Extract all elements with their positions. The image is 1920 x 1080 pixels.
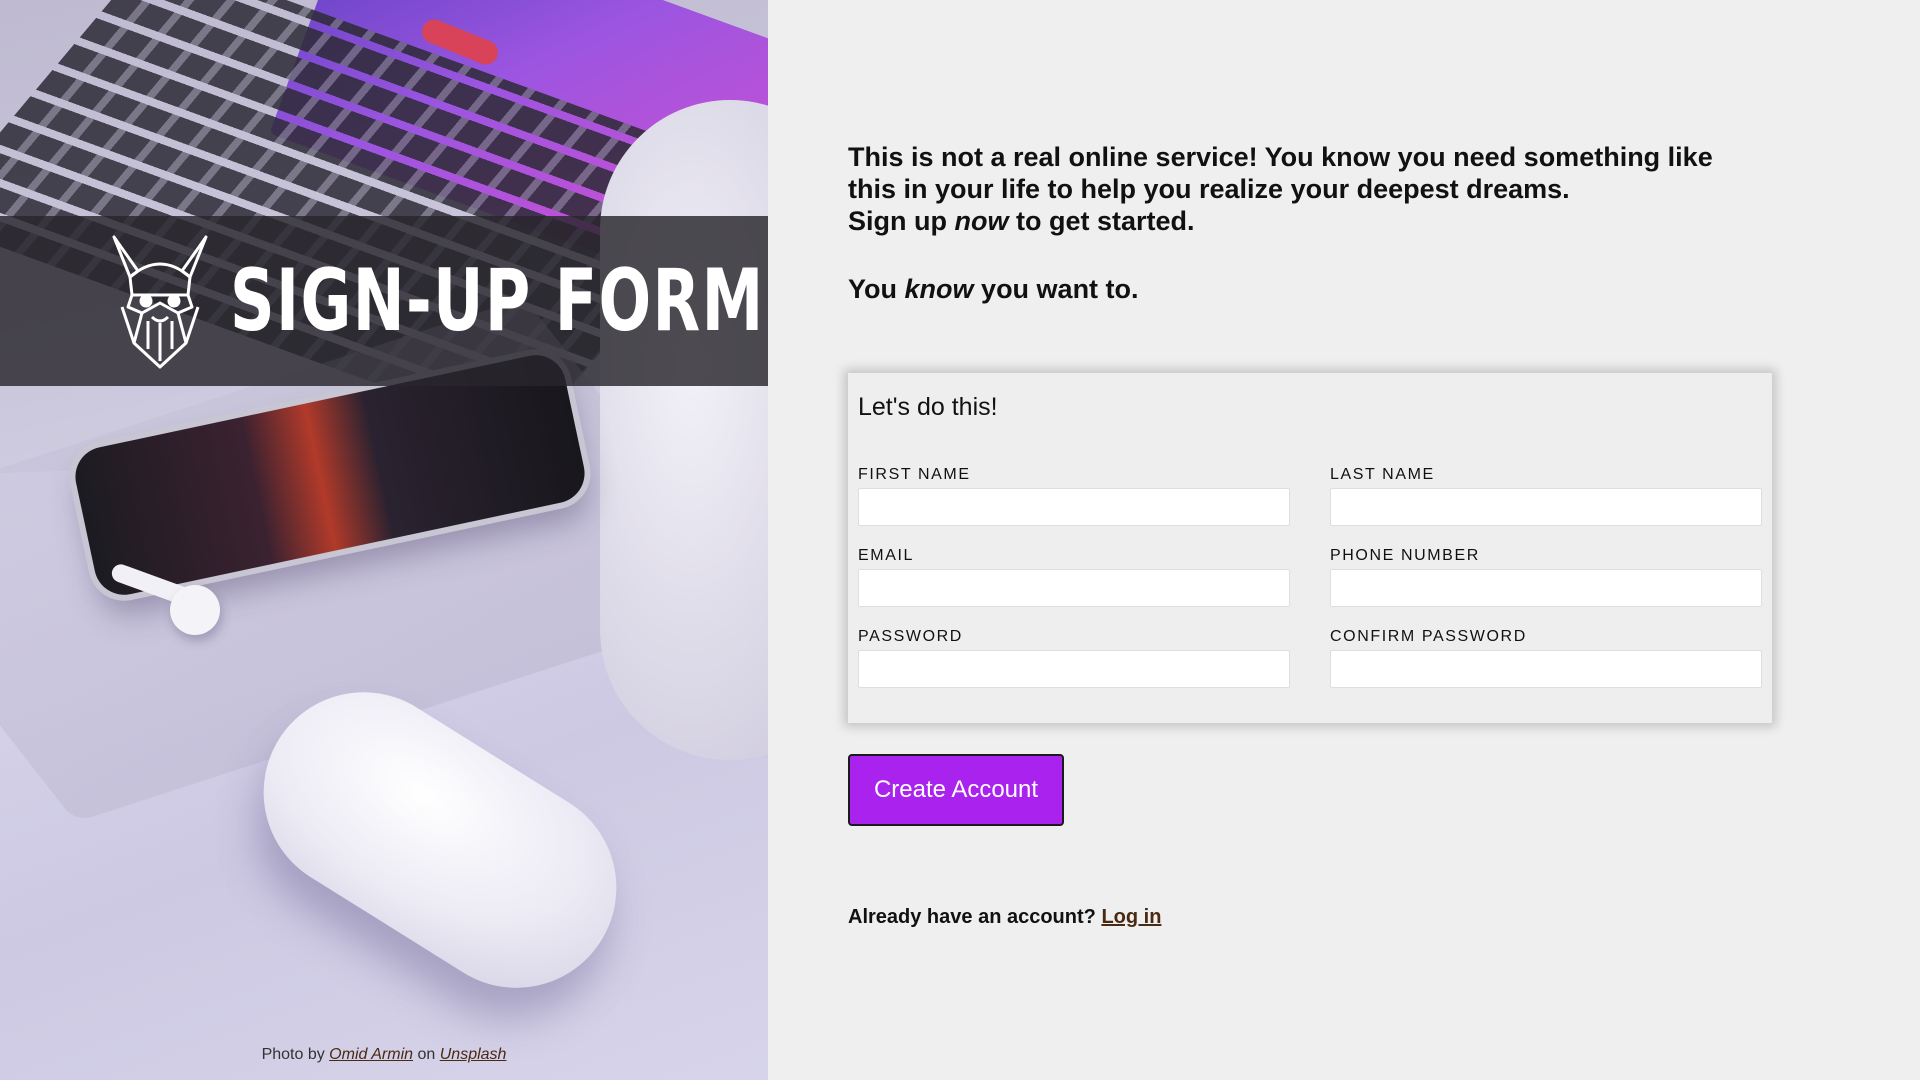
intro-line-1: This is not a real online service! You k… xyxy=(848,142,1713,204)
first-name-group: FIRST NAME xyxy=(858,466,1290,526)
confirm-password-group: CONFIRM PASSWORD xyxy=(1330,628,1762,688)
content-panel: This is not a real online service! You k… xyxy=(768,0,1920,1080)
logo-banner: SIGN-UP FORM xyxy=(0,216,768,386)
first-name-label: FIRST NAME xyxy=(858,466,971,483)
earbud xyxy=(170,585,220,635)
intro-line-3-end: you want to. xyxy=(981,274,1139,304)
smart-speaker xyxy=(600,100,768,760)
intro-line-3-start: You xyxy=(848,274,897,304)
password-group: PASSWORD xyxy=(858,628,1290,688)
credit-author-link[interactable]: Omid Armin xyxy=(329,1046,413,1063)
password-input[interactable] xyxy=(858,650,1290,688)
photo-credit: Photo by Omid Armin on Unsplash xyxy=(0,1046,768,1064)
phone-input[interactable] xyxy=(1330,569,1762,607)
first-name-input[interactable] xyxy=(858,488,1290,526)
phone-label: PHONE NUMBER xyxy=(1330,547,1480,564)
intro-line-3-emphasis: know xyxy=(904,274,974,304)
confirm-password-label: CONFIRM PASSWORD xyxy=(1330,628,1527,645)
confirm-password-input[interactable] xyxy=(1330,650,1762,688)
form-title: Let's do this! xyxy=(858,393,998,421)
create-account-button[interactable]: Create Account xyxy=(848,754,1064,826)
signup-form: Let's do this! FIRST NAME LAST NAME EMAI… xyxy=(848,373,1772,723)
login-prompt-text: Already have an account? xyxy=(848,906,1096,928)
last-name-group: LAST NAME xyxy=(1330,466,1762,526)
last-name-input[interactable] xyxy=(1330,488,1762,526)
intro-line-2: Sign up now to get started. xyxy=(848,205,1768,237)
credit-on: on xyxy=(417,1046,436,1063)
login-link[interactable]: Log in xyxy=(1101,906,1161,928)
intro-line-3: You know you want to. xyxy=(848,273,1768,305)
credit-prefix: Photo by xyxy=(261,1046,325,1063)
email-group: EMAIL xyxy=(858,547,1290,607)
login-prompt: Already have an account? Log in xyxy=(848,906,1161,929)
intro-line-2-emphasis: now xyxy=(954,206,1009,236)
hero-panel: SIGN-UP FORM Photo by Omid Armin on Unsp… xyxy=(0,0,768,1080)
phone-group: PHONE NUMBER xyxy=(1330,547,1762,607)
intro-text: This is not a real online service! You k… xyxy=(848,141,1768,305)
password-label: PASSWORD xyxy=(858,628,963,645)
viking-helmet-icon xyxy=(112,235,208,369)
intro-line-2-start: Sign up xyxy=(848,206,947,236)
email-input[interactable] xyxy=(858,569,1290,607)
email-label: EMAIL xyxy=(858,547,915,564)
intro-line-2-end: to get started. xyxy=(1016,206,1195,236)
banner-title: SIGN-UP FORM xyxy=(230,251,765,351)
credit-source-link[interactable]: Unsplash xyxy=(440,1046,507,1063)
last-name-label: LAST NAME xyxy=(1330,466,1435,483)
